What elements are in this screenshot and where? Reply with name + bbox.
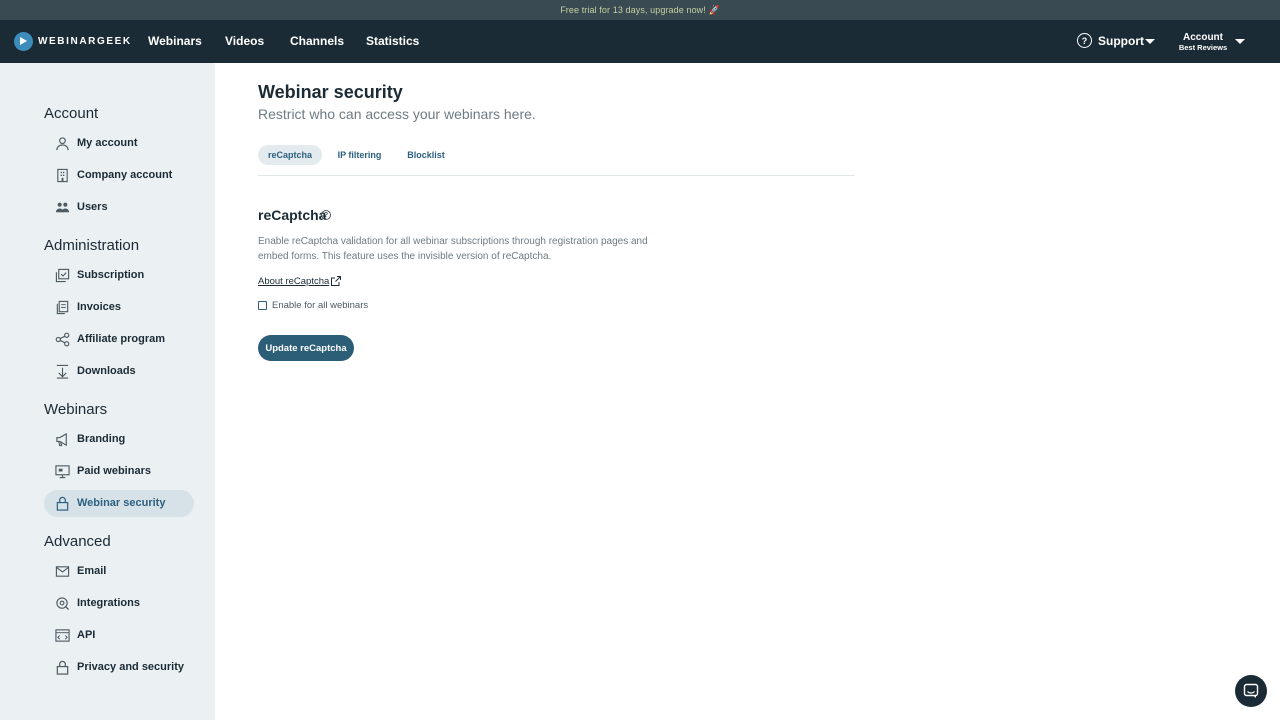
sidebar-item-company-account[interactable]: Company account	[44, 162, 194, 189]
account-name: Best Reviews	[1178, 43, 1228, 52]
tab-recaptcha[interactable]: reCaptcha	[258, 145, 322, 165]
page-title: Webinar security	[258, 82, 403, 102]
megaphone-icon	[56, 432, 67, 447]
divider	[258, 175, 855, 176]
user-icon	[56, 137, 69, 151]
sidebar-heading-account: Account	[44, 105, 99, 122]
sidebar-item-downloads[interactable]: Downloads	[44, 358, 194, 385]
account-menu[interactable]: Account Best Reviews	[1176, 32, 1230, 52]
sidebar-item-label: Company account	[77, 169, 173, 181]
subscription-icon	[55, 268, 70, 283]
update-recaptcha-button[interactable]: Update reCaptcha	[258, 335, 354, 361]
api-icon	[55, 629, 70, 642]
nav-statistics[interactable]: Statistics	[366, 34, 419, 48]
question-circle-icon: ?	[1077, 33, 1092, 48]
chevron-down-icon[interactable]	[1145, 39, 1155, 44]
sidebar-item-affiliate-program[interactable]: Affiliate program	[44, 326, 194, 353]
chat-icon	[1243, 683, 1259, 698]
sidebar-item-label: API	[77, 629, 96, 641]
sidebar-item-integrations[interactable]: Integrations	[44, 590, 194, 617]
sidebar-item-my-account[interactable]: My account	[44, 130, 194, 157]
sidebar-item-label: Email	[77, 565, 107, 577]
sidebar-item-label: Integrations	[77, 597, 140, 609]
monitor-icon	[55, 465, 70, 479]
sidebar-item-api[interactable]: API	[44, 622, 194, 649]
sidebar-item-invoices[interactable]: Invoices	[44, 294, 194, 321]
affiliate-icon	[55, 332, 70, 347]
download-icon	[56, 364, 69, 379]
sidebar-item-label: Downloads	[77, 365, 136, 377]
mail-icon	[55, 566, 70, 577]
lock-icon	[56, 660, 69, 675]
sidebar-item-label: Invoices	[77, 301, 122, 313]
nav-channels[interactable]: Channels	[290, 34, 344, 48]
sidebar-item-branding[interactable]: Branding	[44, 426, 194, 453]
sidebar-item-subscription[interactable]: Subscription	[44, 262, 194, 289]
sidebar-item-users[interactable]: Users	[44, 194, 194, 221]
logo-text: WEBINARGEEK	[38, 36, 132, 47]
section-title: reCaptcha	[258, 207, 327, 223]
enable-all-webinars-checkbox[interactable]	[258, 301, 267, 310]
enable-all-webinars-label[interactable]: Enable for all webinars	[272, 300, 368, 311]
sidebar-heading-webinars: Webinars	[44, 401, 108, 418]
sidebar-item-label: Subscription	[77, 269, 145, 281]
integrations-icon	[56, 597, 70, 611]
trial-banner-text[interactable]: Free trial for 13 days, upgrade now! 🚀	[560, 5, 720, 16]
sidebar-item-paid-webinars[interactable]: Paid webinars	[44, 458, 194, 485]
support-menu[interactable]: ? Support	[1077, 33, 1144, 48]
section-description: Enable reCaptcha validation for all webi…	[258, 236, 648, 262]
trial-banner[interactable]: Free trial for 13 days, upgrade now! 🚀	[0, 0, 1280, 20]
sidebar-item-label: Webinar security	[77, 497, 166, 509]
sidebar-item-label: Branding	[77, 433, 126, 445]
sidebar-item-label: Paid webinars	[77, 465, 151, 477]
support-label: Support	[1098, 33, 1144, 48]
sidebar-item-email[interactable]: Email	[44, 558, 194, 585]
about-recaptcha-link[interactable]: About reCaptcha	[258, 276, 329, 287]
logo-icon	[14, 32, 33, 51]
sidebar-item-label: Users	[77, 201, 108, 213]
sidebar-item-label: Affiliate program	[77, 333, 166, 345]
tab-ip-filtering[interactable]: IP filtering	[327, 145, 392, 165]
building-icon	[57, 168, 68, 183]
logo[interactable]: WEBINARGEEK	[14, 32, 132, 51]
sidebar-item-label: Privacy and security	[77, 661, 185, 673]
sidebar-heading-advanced: Advanced	[44, 533, 111, 550]
sidebar-item-webinar-security[interactable]: Webinar security	[44, 490, 194, 517]
account-label: Account	[1183, 32, 1223, 43]
page-subtitle: Restrict who can access your webinars he…	[258, 106, 536, 122]
tab-blocklist[interactable]: Blocklist	[397, 145, 455, 165]
sidebar-heading-administration: Administration	[44, 237, 140, 254]
nav-videos[interactable]: Videos	[225, 34, 264, 48]
question-circle-icon[interactable]: ?	[321, 210, 331, 220]
lock-icon	[56, 496, 69, 511]
sidebar-item-label: My account	[77, 137, 138, 149]
sidebar: Account My account Company account Users…	[0, 63, 215, 720]
users-icon	[55, 202, 70, 213]
nav-webinars[interactable]: Webinars	[148, 34, 202, 48]
sidebar-item-privacy-and-security[interactable]: Privacy and security	[44, 654, 194, 681]
chat-launcher-button[interactable]	[1235, 675, 1267, 707]
top-navigation: WEBINARGEEK Webinars Videos Channels Sta…	[0, 20, 1280, 63]
external-link-icon[interactable]	[330, 275, 342, 287]
invoices-icon	[56, 300, 69, 315]
chevron-down-icon[interactable]	[1235, 39, 1245, 44]
